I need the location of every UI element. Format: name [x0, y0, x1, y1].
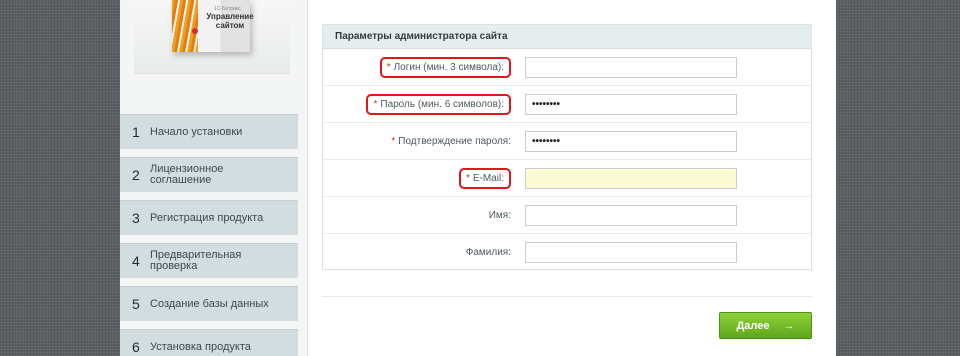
step-label: Установка продукта: [150, 340, 251, 353]
email-label-highlight: * E-Mail:: [458, 168, 511, 189]
login-label-highlight: * Логин (мин. 3 символа):: [379, 57, 511, 78]
admin-params-form: Параметры администратора сайта * Логин (м…: [322, 24, 812, 270]
first-name-input[interactable]: [525, 205, 737, 226]
login-label: * Логин (мин. 3 символа):: [379, 49, 511, 86]
step-item-4: 4 Предварительная проверка: [120, 243, 298, 278]
first-name-label: Имя:: [489, 197, 511, 234]
form-row-password: * Пароль (мин. 6 символов):: [323, 86, 811, 123]
step-label: Регистрация продукта: [150, 211, 264, 224]
step-number: 1: [132, 124, 140, 140]
box-stripes: [172, 0, 198, 52]
step-item-2: 2 Лицензионное соглашение: [120, 157, 298, 192]
step-number: 5: [132, 296, 140, 312]
installation-steps: 1 Начало установки 2 Лицензионное соглаш…: [120, 114, 298, 356]
step-item-3: 3 Регистрация продукта: [120, 200, 298, 235]
form-divider: [322, 296, 812, 297]
left-background-gutter: [0, 0, 120, 356]
form-row-last-name: Фамилия:: [323, 234, 811, 271]
password-label: * Пароль (мин. 6 символов):: [366, 86, 511, 123]
login-label-text: Логин (мин. 3 символа):: [393, 62, 504, 73]
form-title: Параметры администратора сайта: [323, 25, 811, 49]
email-label: * E-Mail:: [458, 160, 511, 197]
password-confirm-label: * Подтверждение пароля:: [391, 123, 511, 160]
form-row-email: * E-Mail:: [323, 160, 811, 197]
last-name-label-text: Фамилия:: [465, 247, 511, 258]
step-item-1: 1 Начало установки: [120, 114, 298, 149]
step-label: Начало установки: [150, 125, 243, 138]
arrow-right-icon: →: [783, 319, 795, 332]
required-marker: *: [386, 62, 391, 73]
installer-sidebar: 1С-Битрикс Управление сайтом 1 Начало ус…: [120, 0, 308, 356]
step-label: Лицензионное соглашение: [150, 163, 224, 186]
password-label-text: Пароль (мин. 6 символов):: [380, 99, 504, 110]
step-label: Предварительная проверка: [150, 249, 242, 272]
step-item-6: 6 Установка продукта: [120, 329, 298, 356]
email-input[interactable]: [525, 168, 737, 189]
required-marker: *: [465, 173, 470, 184]
first-name-label-text: Имя:: [488, 210, 511, 221]
email-label-text: E-Mail:: [472, 173, 504, 184]
password-confirm-input[interactable]: [525, 131, 737, 152]
step-item-5: 5 Создание базы данных: [120, 286, 298, 321]
password-label-highlight: * Пароль (мин. 6 символов):: [366, 94, 511, 115]
form-row-password-confirm: * Подтверждение пароля:: [323, 123, 811, 160]
password-confirm-label-text: Подтверждение пароля:: [398, 136, 511, 147]
right-background-gutter: [836, 0, 960, 356]
step-label: Создание базы данных: [150, 297, 269, 310]
box-logo-icon: [192, 28, 198, 34]
password-input[interactable]: [525, 94, 737, 115]
product-box-area: 1С-Битрикс Управление сайтом: [134, 0, 290, 74]
step-number: 4: [132, 253, 140, 269]
login-input[interactable]: [525, 57, 737, 78]
form-row-login: * Логин (мин. 3 символа):: [323, 49, 811, 86]
product-box-image: 1С-Битрикс Управление сайтом: [172, 0, 254, 52]
step-number: 6: [132, 339, 140, 355]
step-number: 2: [132, 167, 140, 183]
step-number: 3: [132, 210, 140, 226]
box-title: Управление сайтом: [206, 12, 254, 30]
next-button[interactable]: Далее →: [719, 312, 812, 339]
next-button-label: Далее: [736, 319, 770, 332]
last-name-input[interactable]: [525, 242, 737, 263]
required-marker: *: [391, 136, 396, 147]
required-marker: *: [373, 99, 378, 110]
last-name-label: Фамилия:: [466, 234, 511, 271]
form-row-first-name: Имя:: [323, 197, 811, 234]
